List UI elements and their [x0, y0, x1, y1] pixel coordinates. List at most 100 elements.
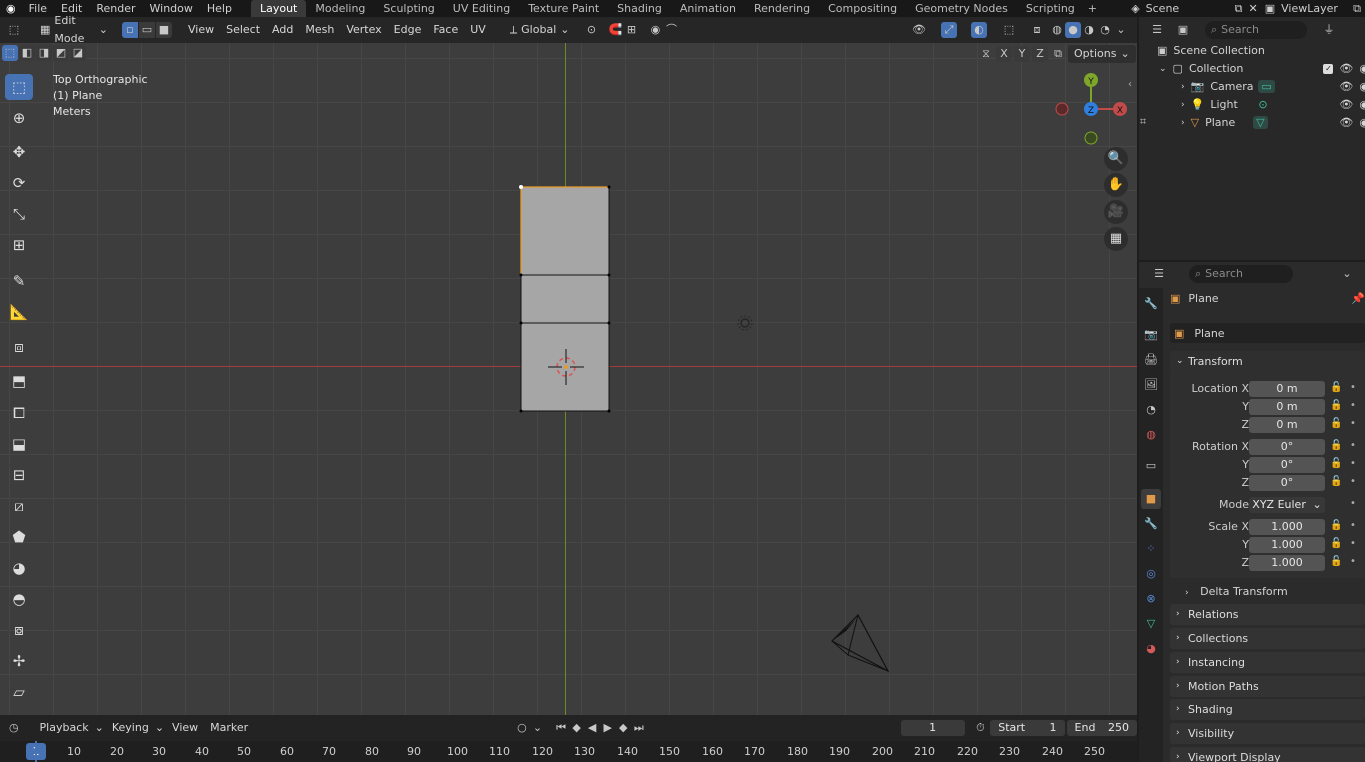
tab-compositing[interactable]: Compositing: [819, 0, 906, 17]
start-frame-field[interactable]: Start 1: [990, 720, 1065, 736]
mesh-edit-overlay-icon[interactable]: ⬚: [1001, 22, 1017, 38]
timer-icon[interactable]: ⏱: [973, 720, 989, 736]
data-tab-icon[interactable]: ▽: [1143, 616, 1159, 632]
motion-paths-panel-header[interactable]: › Motion Paths: [1170, 676, 1365, 697]
shrink-fatten-tool-icon[interactable]: ✢: [5, 648, 33, 674]
blender-logo-icon[interactable]: ◉: [0, 0, 22, 17]
navigation-gizmo[interactable]: Y X Z: [1054, 70, 1130, 148]
viewport-display-panel-header[interactable]: › Viewport Display: [1170, 747, 1365, 762]
modifier-tab-icon[interactable]: 🔧: [1143, 516, 1159, 532]
keyframe-dot[interactable]: •: [1350, 418, 1356, 429]
3d-cursor-icon[interactable]: [548, 349, 584, 385]
keyframe-dot[interactable]: •: [1350, 400, 1356, 411]
tab-shading[interactable]: Shading: [608, 0, 671, 17]
new-scene-icon[interactable]: ⧉: [1232, 0, 1246, 17]
cursor-tool-icon[interactable]: ⊕: [5, 105, 33, 131]
prev-keyframe-icon[interactable]: ◆: [569, 720, 585, 736]
options-dropdown[interactable]: Options ⌄: [1068, 45, 1136, 63]
menu-edge[interactable]: Edge: [388, 21, 428, 39]
play-reverse-icon[interactable]: ◀: [584, 720, 600, 736]
output-tab-icon[interactable]: 🖨: [1143, 352, 1159, 368]
visibility-panel-header[interactable]: › Visibility: [1170, 723, 1365, 744]
face-select-icon[interactable]: ■: [156, 22, 172, 38]
camera-view-icon[interactable]: 🎥: [1104, 200, 1128, 224]
tab-geometry-nodes[interactable]: Geometry Nodes: [906, 0, 1017, 17]
menu-vertex[interactable]: Vertex: [340, 21, 387, 39]
view-layer-name[interactable]: ViewLayer: [1279, 0, 1349, 17]
edge-slide-tool-icon[interactable]: ⧇: [5, 617, 33, 643]
keyframe-dot[interactable]: •: [1350, 556, 1356, 567]
rotation-x-field[interactable]: 0°: [1249, 439, 1325, 455]
relations-panel-header[interactable]: › Relations: [1170, 604, 1365, 625]
shear-tool-icon[interactable]: ▱: [5, 679, 33, 705]
menu-timeline-view[interactable]: View: [166, 719, 204, 737]
measure-tool-icon[interactable]: 📐: [5, 299, 33, 325]
axis-z-toggle[interactable]: Z: [1032, 46, 1048, 62]
menu-file[interactable]: File: [22, 0, 54, 17]
overlay-toggle-icon[interactable]: ◐: [971, 22, 987, 38]
lock-icon[interactable]: 🔓: [1330, 382, 1342, 393]
playhead[interactable]: [35, 741, 37, 762]
mode-dropdown[interactable]: ▦ Edit Mode ⌄: [34, 14, 114, 45]
select-intersect-icon[interactable]: ◪: [70, 45, 86, 61]
properties-search[interactable]: ⌕ Search: [1189, 265, 1293, 283]
gizmo-toggle-icon[interactable]: ⤢: [941, 22, 957, 38]
add-workspace-button[interactable]: +: [1084, 0, 1101, 17]
render-camera-icon[interactable]: ◉: [1359, 62, 1365, 75]
expand-chevron-icon[interactable]: ⌄: [1159, 64, 1167, 74]
location-y-field[interactable]: 0 m: [1249, 399, 1325, 415]
solid-shading-icon[interactable]: ●: [1065, 22, 1081, 38]
lock-icon[interactable]: 🔓: [1330, 520, 1342, 531]
move-tool-icon[interactable]: ✥: [5, 139, 33, 165]
shading-panel-header[interactable]: › Shading: [1170, 699, 1365, 720]
menu-help[interactable]: Help: [200, 0, 239, 17]
location-z-field[interactable]: 0 m: [1249, 417, 1325, 433]
xray-icon[interactable]: ⧈: [1029, 22, 1045, 38]
mirror-icon[interactable]: ⧖: [978, 46, 994, 62]
tab-animation[interactable]: Animation: [671, 0, 745, 17]
render-camera-icon[interactable]: ◉: [1359, 116, 1365, 129]
view-layer-icon[interactable]: ▣: [1261, 0, 1279, 17]
poly-build-tool-icon[interactable]: ⬟: [5, 524, 33, 550]
rotation-z-field[interactable]: 0°: [1249, 475, 1325, 491]
new-view-layer-icon[interactable]: ⧉: [1349, 0, 1365, 17]
render-camera-icon[interactable]: ◉: [1359, 98, 1365, 111]
frame-ruler[interactable]: 1 10 20 30 40 50 60 70 80 90 100 110 120…: [0, 741, 1137, 762]
inset-tool-icon[interactable]: ⧠: [5, 400, 33, 426]
keyframe-dot[interactable]: •: [1350, 458, 1356, 469]
outliner-row[interactable]: › 💡 Light ⊙ 👁 ◉: [1181, 98, 1365, 111]
mesh-vertex[interactable]: [607, 185, 611, 189]
select-invert-icon[interactable]: ◩: [53, 45, 69, 61]
tab-modeling[interactable]: Modeling: [306, 0, 374, 17]
eye-icon[interactable]: 👁: [1339, 62, 1353, 75]
active-vertex[interactable]: [519, 185, 523, 189]
camera-data-icon[interactable]: ▭: [1258, 80, 1275, 93]
object-datablock[interactable]: ▣ Plane: [1170, 323, 1365, 343]
lock-icon[interactable]: 🔓: [1330, 418, 1342, 429]
jump-end-icon[interactable]: ⏭: [631, 720, 647, 736]
outliner-row[interactable]: › 📷 Camera ▭ 👁 ◉: [1181, 80, 1365, 93]
material-tab-icon[interactable]: ◕: [1143, 641, 1159, 657]
annotate-tool-icon[interactable]: ✎: [5, 268, 33, 294]
properties-editor-icon[interactable]: ☰: [1151, 266, 1167, 282]
editor-type-icon[interactable]: ⬚: [6, 22, 22, 38]
eye-icon[interactable]: 👁: [1339, 116, 1353, 129]
3d-viewport[interactable]: ⬚ ◧ ◨ ◩ ◪ Top Orthographic (1) Plane Met…: [0, 43, 1137, 715]
tool-tab-icon[interactable]: 🔧: [1143, 296, 1159, 312]
menu-uv[interactable]: UV: [464, 21, 492, 39]
keyframe-dot[interactable]: •: [1350, 476, 1356, 487]
autokey-icon[interactable]: ○: [514, 720, 530, 736]
lock-icon[interactable]: 🔓: [1330, 476, 1342, 487]
constraints-tab-icon[interactable]: ⊗: [1143, 591, 1159, 607]
tab-rendering[interactable]: Rendering: [745, 0, 819, 17]
outliner-editor-icon[interactable]: ☰: [1149, 22, 1165, 38]
material-shading-icon[interactable]: ◑: [1081, 22, 1097, 38]
next-keyframe-icon[interactable]: ◆: [615, 720, 631, 736]
shading-options-icon[interactable]: ⌄: [1113, 22, 1129, 38]
lock-icon[interactable]: 🔓: [1330, 440, 1342, 451]
tab-layout[interactable]: Layout: [250, 0, 307, 17]
menu-window[interactable]: Window: [143, 0, 200, 17]
world-tab-icon[interactable]: ◍: [1143, 427, 1159, 443]
render-camera-icon[interactable]: ◉: [1359, 80, 1365, 93]
transform-panel-header[interactable]: ⌄ Transform: [1170, 351, 1365, 372]
